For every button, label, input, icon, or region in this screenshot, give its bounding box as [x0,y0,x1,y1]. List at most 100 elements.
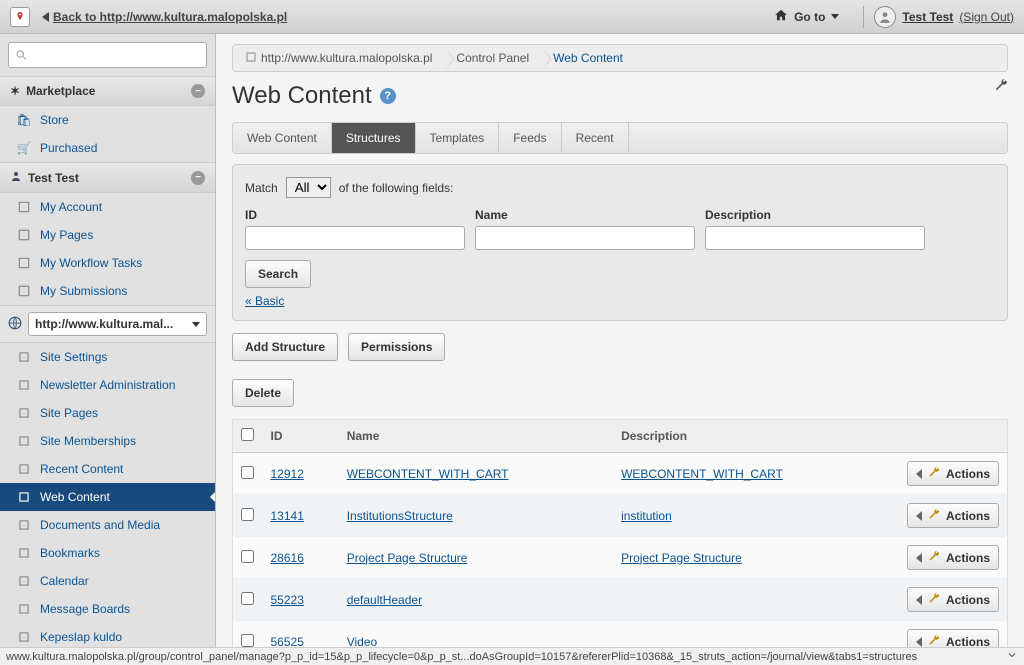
tab-recent[interactable]: Recent [562,123,629,153]
col-name: Name [339,420,613,453]
row-desc-link[interactable]: Project Page Structure [621,551,742,565]
sidebar-item-purchased[interactable]: 🛒Purchased [0,134,215,162]
sidebar-item-recent-content[interactable]: Recent Content [0,455,215,483]
wrench-icon [928,550,940,565]
structures-table: ID Name Description 12912 WEBCONTENT_WIT… [232,419,1008,647]
sidebar-item-my-pages[interactable]: My Pages [0,221,215,249]
sidebar-item-my-account[interactable]: My Account [0,193,215,221]
caret-down-icon [831,14,839,19]
row-checkbox[interactable] [241,550,254,563]
desc-input[interactable] [705,226,925,250]
sidebar-item-documents-and-media[interactable]: Documents and Media [0,511,215,539]
item-icon [16,227,32,243]
sidebar-item-site-settings[interactable]: Site Settings [0,343,215,371]
sidebar-item-newsletter-administration[interactable]: Newsletter Administration [0,371,215,399]
basic-link[interactable]: « Basic [245,294,284,308]
row-id-link[interactable]: 56525 [271,635,304,648]
item-icon: 🛍 [16,112,32,128]
breadcrumb: http://www.kultura.malopolska.pl Control… [232,44,1008,72]
row-name-link[interactable]: Project Page Structure [347,551,468,565]
marketplace-icon: ✶ [10,84,20,98]
row-name-link[interactable]: InstitutionsStructure [347,509,453,523]
id-input[interactable] [245,226,465,250]
row-actions-button[interactable]: Actions [907,461,999,486]
sidebar-item-my-submissions[interactable]: My Submissions [0,277,215,305]
sidebar-item-bookmarks[interactable]: Bookmarks [0,539,215,567]
add-structure-button[interactable]: Add Structure [232,333,338,361]
sidebar-item-store[interactable]: 🛍Store [0,106,215,134]
tab-web-content[interactable]: Web Content [233,123,332,153]
crumb-site[interactable]: http://www.kultura.malopolska.pl [233,45,444,71]
sidebar-item-site-memberships[interactable]: Site Memberships [0,427,215,455]
site-selector[interactable]: http://www.kultura.mal... [0,305,215,343]
row-checkbox[interactable] [241,466,254,479]
sidebar-item-site-pages[interactable]: Site Pages [0,399,215,427]
row-checkbox[interactable] [241,592,254,605]
sidebar-item-calendar[interactable]: Calendar [0,567,215,595]
topbar: Back to http://www.kultura.malopolska.pl… [0,0,1024,34]
collapse-icon[interactable]: − [191,84,205,98]
delete-button[interactable]: Delete [232,379,294,407]
row-id-link[interactable]: 13141 [271,509,304,523]
row-checkbox[interactable] [241,508,254,521]
permissions-button[interactable]: Permissions [348,333,445,361]
row-name-link[interactable]: WEBCONTENT_WITH_CART [347,467,509,481]
crumb-cp[interactable]: Control Panel [444,45,541,71]
name-label: Name [475,208,695,222]
caret-left-icon [916,553,922,563]
row-desc-link[interactable]: WEBCONTENT_WITH_CART [621,467,783,481]
tab-structures[interactable]: Structures [332,123,416,153]
row-name-link[interactable]: Video [347,635,377,648]
table-row: 55223 defaultHeader Actions [233,579,1008,621]
row-id-link[interactable]: 12912 [271,467,304,481]
row-id-link[interactable]: 28616 [271,551,304,565]
sidebar-search [0,34,215,76]
item-icon [16,461,32,477]
sidebar-item-web-content[interactable]: Web Content [0,483,215,511]
row-actions-button[interactable]: Actions [907,503,999,528]
sidebar-search-box[interactable] [8,42,207,68]
sidebar: ✶ Marketplace − 🛍Store🛒Purchased Test Te… [0,34,216,647]
sidebar-head-marketplace[interactable]: ✶ Marketplace − [0,76,215,106]
site-icon [245,51,261,66]
sidebar-item-message-boards[interactable]: Message Boards [0,595,215,623]
tabs: Web ContentStructuresTemplatesFeedsRecen… [232,122,1008,154]
row-id-link[interactable]: 55223 [271,593,304,607]
wrench-icon [928,466,940,481]
row-actions-button[interactable]: Actions [907,629,999,647]
select-all-checkbox[interactable] [241,428,254,441]
collapse-icon[interactable]: − [191,171,205,185]
back-link[interactable]: Back to http://www.kultura.malopolska.pl [42,10,287,24]
wrench-icon[interactable] [994,78,1008,95]
item-icon [16,283,32,299]
sidebar-search-input[interactable] [32,48,200,62]
goto-menu[interactable]: Go to [774,8,839,25]
tab-templates[interactable]: Templates [416,123,500,153]
user-link[interactable]: Test Test [902,10,953,24]
row-actions-button[interactable]: Actions [907,587,999,612]
col-id: ID [263,420,339,453]
row-name-link[interactable]: defaultHeader [347,593,422,607]
item-icon [16,405,32,421]
tab-feeds[interactable]: Feeds [499,123,561,153]
row-actions-button[interactable]: Actions [907,545,999,570]
name-input[interactable] [475,226,695,250]
chevron-down-icon[interactable] [1006,649,1018,664]
caret-left-icon [916,469,922,479]
sidebar-item-kepeslap-kuldo[interactable]: Kepeslap kuldo [0,623,215,647]
signout-link[interactable]: (Sign Out) [959,10,1014,24]
back-arrow-icon [42,12,49,22]
sidebar-item-my-workflow-tasks[interactable]: My Workflow Tasks [0,249,215,277]
crumb-wc[interactable]: Web Content [541,45,635,71]
caret-left-icon [916,511,922,521]
sidebar-head-user[interactable]: Test Test − [0,162,215,193]
row-checkbox[interactable] [241,634,254,647]
search-button[interactable]: Search [245,260,311,288]
help-icon[interactable]: ? [380,88,396,104]
wrench-icon [928,592,940,607]
match-select[interactable]: All [286,177,331,198]
pin-icon[interactable] [10,7,30,27]
caret-left-icon [916,595,922,605]
caret-down-icon [192,322,200,327]
row-desc-link[interactable]: institution [621,509,672,523]
